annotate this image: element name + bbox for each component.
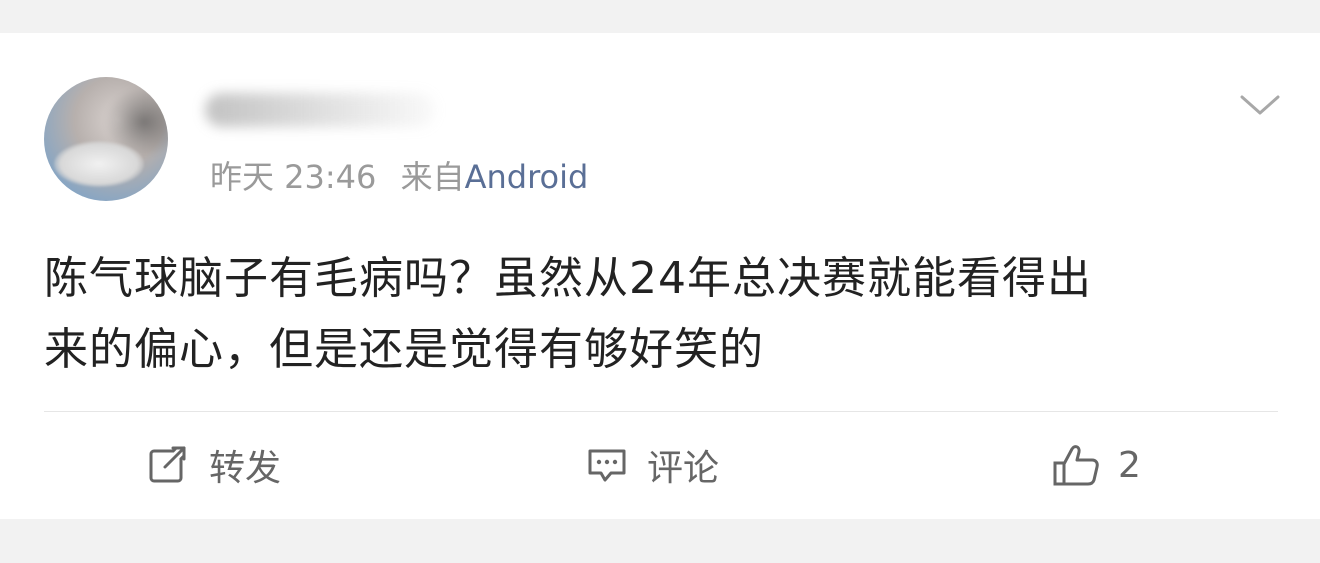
username-redaction bbox=[205, 93, 435, 127]
source-link[interactable]: Android bbox=[465, 158, 589, 196]
like-count: 2 bbox=[1118, 444, 1141, 486]
comment-label: 评论 bbox=[647, 448, 720, 489]
thumbs-up-icon bbox=[1053, 445, 1099, 486]
repost-button[interactable]: 转发 bbox=[147, 443, 281, 489]
post-meta: 昨天 23:46 来自Android bbox=[210, 157, 588, 197]
repost-label: 转发 bbox=[209, 448, 282, 489]
avatar-pet-image bbox=[54, 141, 144, 187]
username-blurred[interactable] bbox=[205, 93, 435, 127]
avatar[interactable] bbox=[44, 77, 168, 201]
divider bbox=[44, 411, 1278, 412]
chevron-down-icon[interactable] bbox=[1238, 91, 1282, 119]
comment-button[interactable]: 评论 bbox=[585, 443, 719, 489]
post-time: 昨天 23:46 bbox=[210, 158, 377, 196]
post-content-line: 陈气球脑子有毛病吗？虽然从24年总决赛就能看得出 bbox=[44, 253, 1092, 304]
post-content: 陈气球脑子有毛病吗？虽然从24年总决赛就能看得出 来的偏心，但是还是觉得有够好笑… bbox=[44, 243, 1284, 385]
comment-icon bbox=[588, 449, 626, 482]
post-card[interactable]: 昨天 23:46 来自Android 陈气球脑子有毛病吗？虽然从24年总决赛就能… bbox=[0, 33, 1320, 519]
source-prefix: 来自 bbox=[400, 158, 465, 196]
post-content-line: 来的偏心，但是还是觉得有够好笑的 bbox=[44, 324, 764, 375]
like-button[interactable]: 2 bbox=[1052, 443, 1141, 487]
repost-icon bbox=[149, 444, 188, 483]
